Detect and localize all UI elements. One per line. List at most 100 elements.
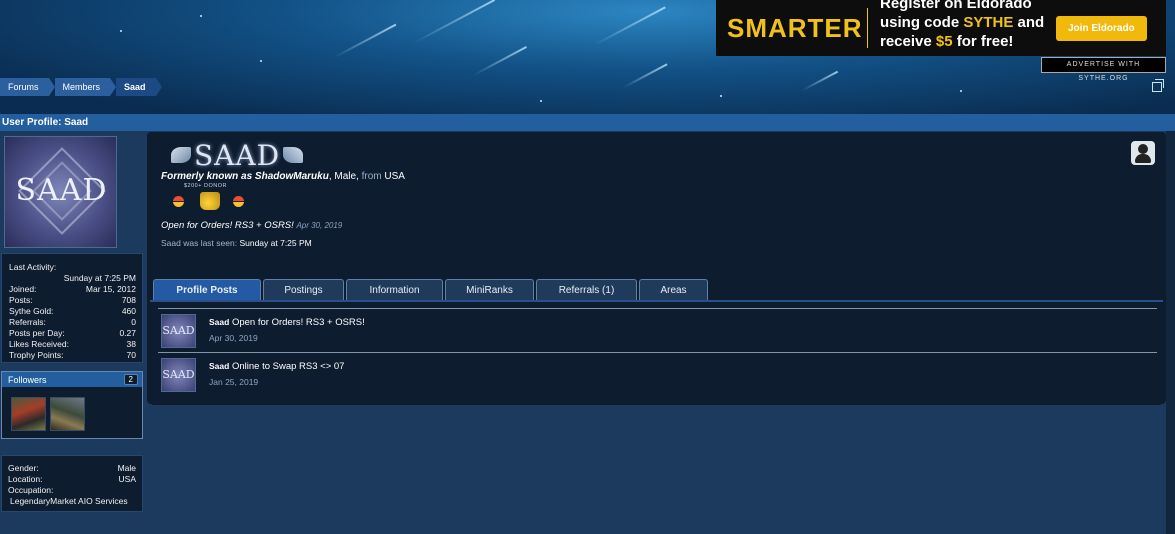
ad-line2-pre: using code [880,13,964,31]
follower-avatar[interactable] [50,397,85,431]
about-occupation-value: LegendaryMarket AIO Services [8,496,136,507]
stat-row: Likes Received: 38 [9,339,136,350]
stat-value: 70 [126,350,136,360]
profile-avatar[interactable]: SAAD [4,136,117,248]
stat-row: Trophy Points: 70 [9,350,136,361]
stat-row: Sythe Gold: 460 [9,306,136,317]
post-date[interactable]: Apr 30, 2019 [209,333,258,343]
tab-postings[interactable]: Postings [263,279,344,301]
post-author[interactable]: Saad [209,361,229,371]
user-silhouette-icon[interactable] [1131,141,1155,165]
profile-location: USA [381,171,405,182]
last-seen-value: Sunday at 7:25 PM [239,238,312,248]
about-value: USA [118,474,136,484]
stat-label: Posts: [9,295,33,305]
wing-left-icon [171,147,191,163]
avatar-text: SAAD [15,173,108,208]
followers-label: Followers [8,374,47,385]
expand-icon[interactable] [1152,79,1164,92]
pokeball-badge-icon [173,196,184,207]
stat-label: Joined: [9,284,37,294]
ad-line2: using code SYTHE and [880,13,1052,32]
stat-last-activity-label: Last Activity: [9,262,136,273]
breadcrumb: Forums Members Saad [0,78,162,96]
status-message: Open for Orders! RS3 + OSRS! Apr 30, 201… [161,220,342,231]
profile-subtitle: Formerly known as ShadowMaruku, Male, fr… [161,171,405,182]
profile-from: from [361,171,382,182]
breadcrumb-members[interactable]: Members [54,78,116,96]
post-text: Saad Online to Swap RS3 <> 07 [209,361,344,372]
join-eldorado-button[interactable]: Join Eldorado [1056,15,1147,41]
tab-information[interactable]: Information [346,279,443,301]
stat-row: Joined: Mar 15, 2012 [9,284,136,295]
stat-value: Mar 15, 2012 [85,284,136,294]
tab-miniranks[interactable]: MiniRanks [445,279,534,301]
ad-line3-post: for free! [952,32,1014,50]
member-about-panel: Gender: Male Location: USA Occupation: Leg… [1,455,143,512]
pokeball-badge-icon [233,196,244,207]
ad-brand: SMARTER [716,8,868,48]
stat-value: 708 [121,295,136,305]
post-date[interactable]: Jan 25, 2019 [209,377,258,387]
stat-label: Posts per Day: [9,328,65,338]
formerly-known-as: Formerly known as ShadowMaruku [161,171,329,182]
tab-referrals[interactable]: Referrals (1) [536,279,637,301]
ad-line2-post: and [1013,13,1045,31]
about-label: Gender: [8,463,39,473]
last-seen: Saad was last seen: Sunday at 7:25 PM [161,238,312,248]
ad-text: Register on Eldorado using code SYTHE an… [868,0,1052,51]
stat-value: 38 [126,339,136,349]
post-message: Online to Swap RS3 <> 07 [229,361,345,372]
stat-last-activity-value: Sunday at 7:25 PM [9,273,136,284]
breadcrumb-forums[interactable]: Forums [0,78,54,96]
post-text: Saad Open for Orders! RS3 + OSRS! [209,317,365,328]
breadcrumb-saad[interactable]: Saad [116,78,161,96]
followers-panel: Followers 2 [1,371,143,439]
eldorado-ad-banner[interactable]: SMARTER Register on Eldorado using code … [716,0,1166,56]
profile-tabs: Profile Posts Postings Information MiniR… [153,279,710,301]
about-label: Location: [8,474,43,484]
stat-value: Sunday at 7:25 PM [63,273,136,283]
about-value: LegendaryMarket AIO Services [10,496,128,506]
about-value: Male [117,463,136,473]
stat-label: Likes Received: [9,339,70,349]
profile-posts-list: SAAD Saad Open for Orders! RS3 + OSRS! A… [150,302,1163,405]
stat-value: 0.27 [119,328,136,338]
last-seen-label: Saad was last seen: [161,238,238,248]
profile-gender: , Male, [328,171,362,182]
wing-right-icon [283,147,304,163]
username-logo: SAAD [168,138,306,172]
stat-value: 460 [121,306,136,316]
donor-label: $200+ DONOR [184,183,227,189]
ad-line3-pre: receive [880,32,936,50]
stat-label: Trophy Points: [9,350,64,360]
advertise-link[interactable]: ADVERTISE WITH SYTHE.ORG [1041,57,1166,82]
stat-row: Referrals: 0 [9,317,136,328]
about-label: Occupation: [8,485,54,495]
follower-avatar[interactable] [11,397,46,431]
followers-count: 2 [123,374,138,385]
tab-areas[interactable]: Areas [639,279,708,301]
about-location: Location: USA [8,474,136,485]
post-author[interactable]: Saad [209,317,229,327]
list-item[interactable]: SAAD Saad Online to Swap RS3 <> 07 Jan 2… [158,352,1157,396]
post-message: Open for Orders! RS3 + OSRS! [229,317,365,328]
ad-line1: Register on Eldorado [880,0,1032,12]
stat-label: Last Activity: [9,262,57,272]
post-avatar[interactable]: SAAD [161,314,196,348]
ad-amount: $5 [935,32,953,50]
list-item[interactable]: SAAD Saad Open for Orders! RS3 + OSRS! A… [158,308,1157,352]
stat-label: Referrals: [9,317,46,327]
followers-header[interactable]: Followers 2 [2,372,142,387]
stat-row: Posts: 708 [9,295,136,306]
username-heading: SAAD [194,138,281,172]
about-gender: Gender: Male [8,463,136,474]
tab-profile-posts[interactable]: Profile Posts [153,279,261,301]
ad-line3: receive $5 for free! [880,32,1052,51]
scrollbar-track[interactable] [1166,131,1175,534]
ad-code: SYTHE [963,13,1014,31]
post-avatar[interactable]: SAAD [161,358,196,392]
stat-row: Posts per Day: 0.27 [9,328,136,339]
member-stats-panel: Last Activity: Sunday at 7:25 PM Joined:… [1,253,143,363]
stat-label: Sythe Gold: [9,306,54,316]
